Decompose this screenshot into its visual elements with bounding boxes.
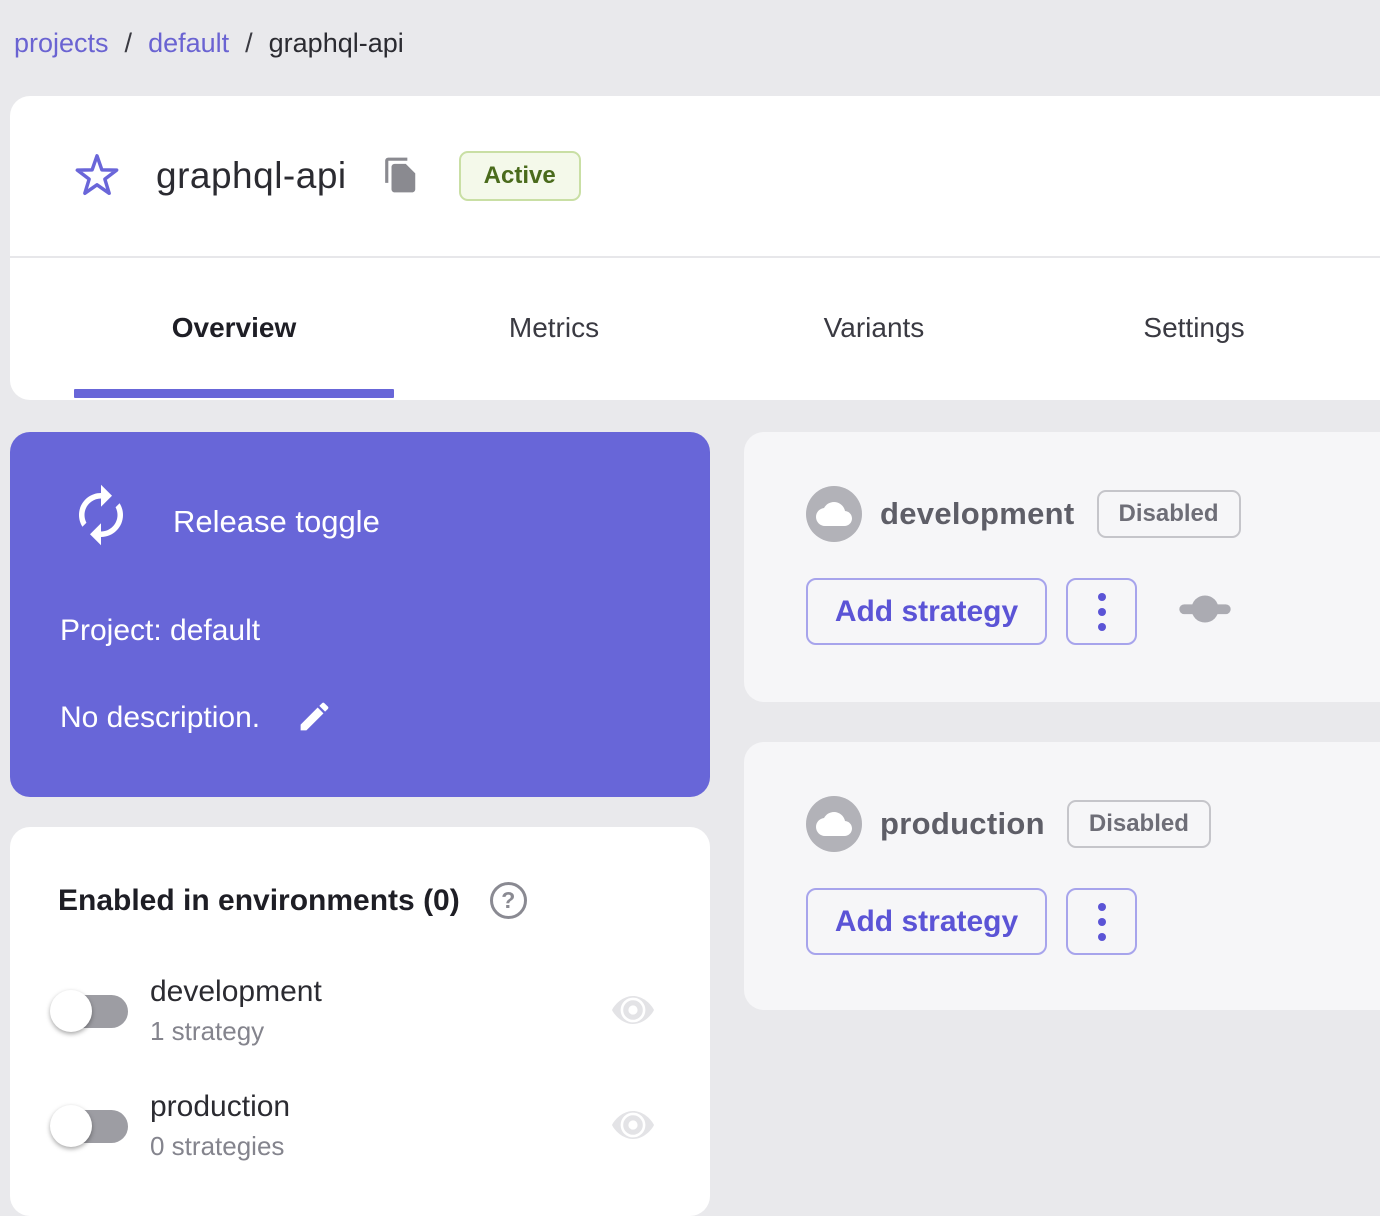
toggle-type-label: Release toggle	[173, 504, 380, 539]
add-strategy-button[interactable]: Add strategy	[806, 578, 1047, 645]
breadcrumb-separator: /	[245, 28, 253, 58]
environment-menu-button[interactable]	[1066, 888, 1137, 955]
environment-status-chip: Disabled	[1096, 490, 1241, 538]
environment-strategy-count: 0 strategies	[150, 1131, 285, 1161]
environment-name: development	[150, 975, 322, 1008]
environment-card-name: development	[880, 496, 1075, 531]
tab-settings[interactable]: Settings	[1034, 258, 1354, 398]
tab-bar: Overview Metrics Variants Settings	[10, 258, 1380, 398]
copy-name-button[interactable]	[381, 156, 421, 196]
page-title: graphql-api	[156, 155, 347, 196]
star-icon	[74, 152, 120, 201]
eye-icon	[609, 1104, 657, 1149]
environment-row-development: development 1 strategy	[48, 975, 672, 1047]
environment-name: production	[150, 1090, 291, 1123]
environment-row-production: production 0 strategies	[48, 1090, 672, 1162]
toggle-type-card: Release toggle Project: default No descr…	[10, 432, 710, 797]
environment-strategy-count: 1 strategy	[150, 1016, 265, 1046]
status-badge: Active	[458, 151, 581, 201]
kebab-icon	[1097, 592, 1106, 631]
toggle-knob	[50, 990, 92, 1032]
cloud-icon	[806, 486, 862, 542]
breadcrumb-separator: /	[124, 28, 133, 58]
breadcrumb-current: graphql-api	[268, 28, 404, 58]
visibility-button[interactable]	[608, 1103, 658, 1149]
add-strategy-button[interactable]: Add strategy	[806, 888, 1047, 955]
favorite-button[interactable]	[74, 153, 120, 199]
toggle-description: No description.	[60, 701, 261, 734]
feature-title-row: graphql-api Active	[10, 96, 1380, 258]
eye-icon	[609, 989, 657, 1034]
enabled-environments-panel: Enabled in environments (0) ? developmen…	[10, 827, 710, 1216]
strategy-card-production: production Disabled Add strategy	[744, 742, 1380, 1010]
strategy-card-development: development Disabled Add strategy	[744, 432, 1380, 702]
copy-icon	[382, 156, 420, 197]
tab-variants[interactable]: Variants	[714, 258, 1034, 398]
visibility-button[interactable]	[608, 988, 658, 1034]
cloud-icon	[806, 796, 862, 852]
environment-status-chip: Disabled	[1066, 800, 1211, 848]
production-toggle[interactable]	[48, 1097, 130, 1155]
pencil-icon	[296, 698, 333, 738]
help-icon[interactable]: ?	[489, 882, 527, 919]
strategy-slider-icon	[1177, 581, 1233, 642]
edit-description-button[interactable]	[294, 698, 334, 738]
enabled-environments-title: Enabled in environments (0)	[58, 883, 460, 917]
tab-overview[interactable]: Overview	[74, 258, 394, 398]
tab-metrics[interactable]: Metrics	[394, 258, 714, 398]
autorenew-icon	[68, 482, 134, 553]
breadcrumb-link-projects[interactable]: projects	[14, 28, 109, 59]
environment-menu-button[interactable]	[1066, 578, 1137, 645]
active-tab-indicator	[74, 389, 394, 398]
breadcrumb-link-default[interactable]: default	[148, 28, 229, 59]
tab-overview-label: Overview	[171, 312, 297, 343]
development-toggle[interactable]	[48, 982, 130, 1040]
toggle-knob	[50, 1105, 92, 1147]
feature-header-card: graphql-api Active Overview Metrics Vari…	[10, 96, 1380, 400]
environment-card-name: production	[880, 806, 1045, 841]
breadcrumb: projects / default / graphql-api	[14, 28, 404, 59]
kebab-icon	[1097, 902, 1106, 941]
toggle-project-label: Project: default	[60, 614, 261, 647]
